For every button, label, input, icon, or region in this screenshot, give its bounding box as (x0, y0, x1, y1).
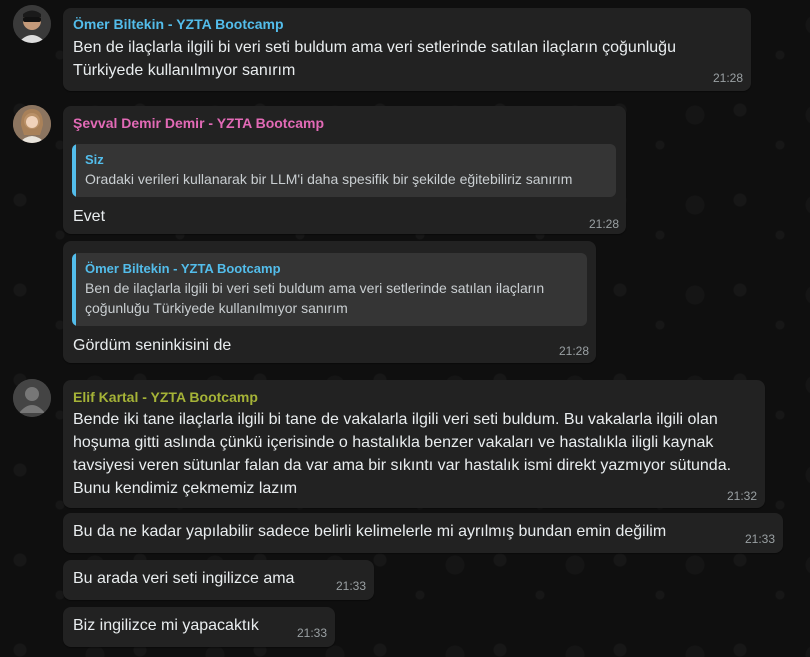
message-time: 21:28 (558, 344, 589, 358)
message-bubble[interactable]: Ömer Biltekin - YZTA Bootcamp Ben de ila… (63, 8, 751, 91)
message-text: Bende iki tane ilaçlarla ilgili bi tane … (73, 411, 732, 497)
message-time: 21:33 (296, 626, 327, 640)
quote-text: Oradaki verileri kullanarak bir LLM'i da… (85, 171, 573, 187)
quoted-message[interactable]: Ömer Biltekin - YZTA Bootcamp Ben de ila… (72, 253, 587, 326)
quote-text: Ben de ilaçlarla ilgili bi veri seti bul… (85, 280, 545, 316)
person-photo-icon (13, 105, 51, 143)
sender-name[interactable]: Şevval Demir Demir - YZTA Bootcamp (73, 115, 324, 131)
message-time: 21:33 (744, 532, 775, 546)
message-time: 21:33 (335, 579, 366, 593)
quote-accent-bar (72, 144, 76, 197)
message-bubble[interactable]: Bu da ne kadar yapılabilir sadece belirl… (63, 513, 783, 553)
quote-accent-bar (72, 253, 76, 326)
message-time: 21:28 (712, 71, 743, 85)
message-text: Gördüm seninkisini de (73, 337, 232, 354)
quote-sender: Ömer Biltekin - YZTA Bootcamp (85, 261, 281, 276)
person-photo-icon (13, 5, 51, 43)
avatar-omer[interactable] (13, 5, 51, 43)
message-text: Ben de ilaçlarla ilgili bi veri seti bul… (73, 39, 676, 79)
message-bubble[interactable]: Şevval Demir Demir - YZTA Bootcamp Siz O… (63, 106, 626, 234)
quote-sender: Siz (85, 152, 104, 167)
message-text: Bu da ne kadar yapılabilir sadece belirl… (73, 523, 667, 540)
message-text: Biz ingilizce mi yapacaktık (73, 617, 259, 634)
avatar-sevval[interactable] (13, 105, 51, 143)
message-bubble[interactable]: Bu arada veri seti ingilizce ama 21:33 (63, 560, 374, 600)
message-bubble[interactable]: Elif Kartal - YZTA Bootcamp Bende iki ta… (63, 380, 765, 508)
message-time: 21:28 (588, 217, 619, 231)
avatar-elif[interactable] (13, 379, 51, 417)
message-text: Evet (73, 208, 106, 225)
default-user-icon (13, 379, 51, 417)
message-bubble[interactable]: Ömer Biltekin - YZTA Bootcamp Ben de ila… (63, 241, 596, 363)
message-text: Bu arada veri seti ingilizce ama (73, 570, 295, 587)
sender-name[interactable]: Ömer Biltekin - YZTA Bootcamp (73, 16, 284, 32)
sender-name[interactable]: Elif Kartal - YZTA Bootcamp (73, 389, 258, 405)
message-bubble[interactable]: Biz ingilizce mi yapacaktık 21:33 (63, 607, 335, 647)
message-time: 21:32 (726, 489, 757, 503)
quoted-message[interactable]: Siz Oradaki verileri kullanarak bir LLM'… (72, 144, 616, 197)
